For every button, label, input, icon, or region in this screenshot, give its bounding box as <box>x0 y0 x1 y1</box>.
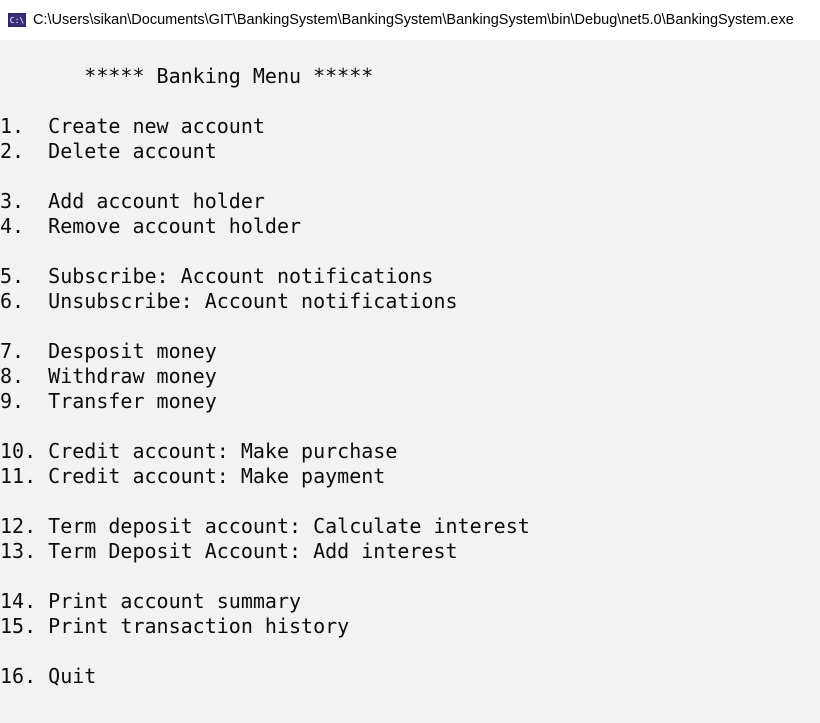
console-app-icon[interactable]: C:\ <box>8 12 26 27</box>
menu-item-delete-account: 2. Delete account <box>0 139 217 163</box>
menu-item-create-account: 1. Create new account <box>0 114 265 138</box>
menu-item-subscribe: 5. Subscribe: Account notifications <box>0 264 434 288</box>
menu-item-credit-payment: 11. Credit account: Make payment <box>0 464 386 488</box>
console-output[interactable]: ***** Banking Menu ***** 1. Create new a… <box>0 40 820 723</box>
menu-item-unsubscribe: 6. Unsubscribe: Account notifications <box>0 289 458 313</box>
menu-title: ***** Banking Menu ***** <box>0 64 374 88</box>
menu-item-add-holder: 3. Add account holder <box>0 189 265 213</box>
menu-item-add-interest: 13. Term Deposit Account: Add interest <box>0 539 458 563</box>
menu-item-deposit: 7. Desposit money <box>0 339 217 363</box>
menu-item-account-summary: 14. Print account summary <box>0 589 302 613</box>
menu-item-calculate-interest: 12. Term deposit account: Calculate inte… <box>0 514 530 538</box>
menu-item-transfer: 9. Transfer money <box>0 389 217 413</box>
title-bar[interactable]: C:\ C:\Users\sikan\Documents\GIT\Banking… <box>0 0 820 40</box>
console-window: C:\ C:\Users\sikan\Documents\GIT\Banking… <box>0 0 820 723</box>
menu-item-quit: 16. Quit <box>0 664 97 688</box>
menu-item-withdraw: 8. Withdraw money <box>0 364 217 388</box>
menu-item-remove-holder: 4. Remove account holder <box>0 214 302 238</box>
window-title: C:\Users\sikan\Documents\GIT\BankingSyst… <box>33 11 794 28</box>
menu-item-credit-purchase: 10. Credit account: Make purchase <box>0 439 398 463</box>
menu-item-transaction-history: 15. Print transaction history <box>0 614 350 638</box>
